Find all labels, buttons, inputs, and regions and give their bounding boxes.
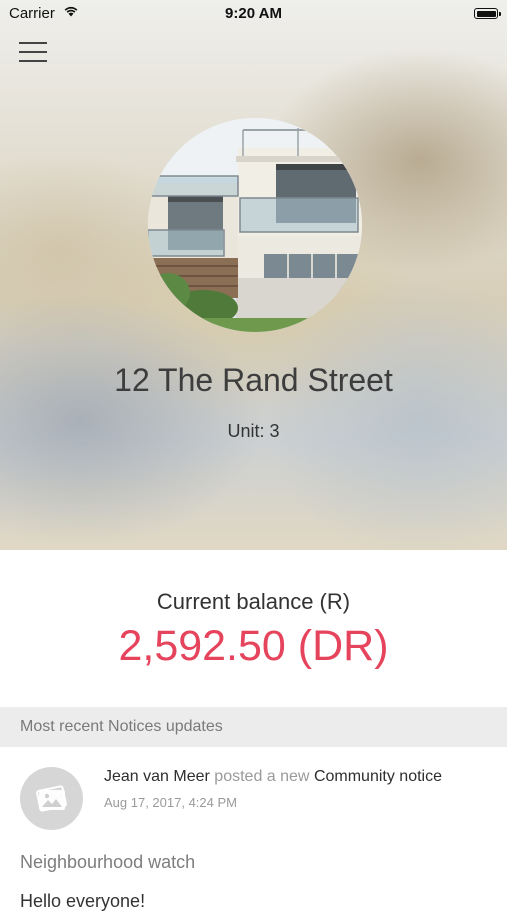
notice-title: Neighbourhood watch xyxy=(20,852,196,872)
property-hero xyxy=(0,0,507,550)
status-bar: Carrier 9:20 AM xyxy=(0,0,507,28)
notice-author[interactable]: Jean van Meer xyxy=(104,768,210,785)
notice-avatar xyxy=(20,767,83,830)
notice-type[interactable]: Community notice xyxy=(314,768,442,785)
balance-label: Current balance (R) xyxy=(156,589,351,614)
notice-list-item[interactable]: Jean van Meer posted a new Community not… xyxy=(0,747,507,911)
section-title: Most recent Notices updates xyxy=(20,718,223,735)
property-unit: Unit: 3 xyxy=(227,421,280,441)
notice-action: posted a new xyxy=(214,768,310,785)
hamburger-menu-icon[interactable] xyxy=(19,40,49,64)
balance-value[interactable]: 2,592.50 (DR) xyxy=(0,622,507,671)
property-photo xyxy=(148,118,362,332)
property-address: 12 The Rand Street xyxy=(114,362,393,398)
status-time: 9:20 AM xyxy=(225,5,282,22)
notice-headline: Jean van Meer posted a new Community not… xyxy=(104,768,442,786)
notices-section-header: Most recent Notices updates xyxy=(0,707,507,747)
notice-body: Hello everyone! xyxy=(20,891,146,911)
image-placeholder-icon xyxy=(36,785,67,812)
battery-icon xyxy=(474,8,501,19)
notice-date: Aug 17, 2017, 4:24 PM xyxy=(104,795,237,810)
